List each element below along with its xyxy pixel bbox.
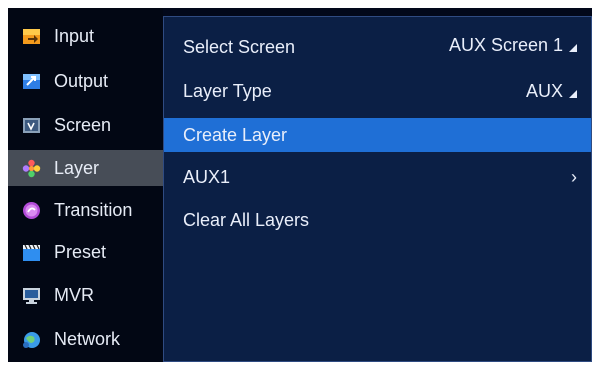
network-icon (22, 330, 41, 349)
create-layer-label: Create Layer (183, 124, 288, 145)
sidebar-item-layer[interactable]: Layer (8, 150, 163, 186)
sidebar-item-transition[interactable]: Transition (8, 192, 163, 228)
dropdown-triangle-icon (569, 43, 577, 52)
aux1-layer-row[interactable]: AUX1 › (164, 159, 591, 195)
sidebar-item-label: Network (54, 328, 121, 349)
screen-icon (22, 116, 41, 135)
input-icon (22, 27, 41, 46)
preset-icon (22, 243, 41, 262)
sidebar-item-label: Output (54, 70, 109, 91)
sidebar-item-label: Transition (54, 199, 133, 220)
layer-type-value: AUX (525, 81, 563, 101)
transition-icon (22, 201, 41, 220)
output-icon (22, 72, 41, 91)
dropdown-triangle-icon (569, 89, 577, 98)
layer-type-dropdown[interactable]: AUX (526, 81, 577, 102)
select-screen-dropdown[interactable]: AUX Screen 1 (449, 35, 577, 56)
layer-settings-panel: Select Screen AUX Screen 1 Layer Type AU… (163, 16, 592, 362)
sidebar-item-mvr[interactable]: MVR (8, 277, 163, 313)
sidebar-item-label: Preset (54, 241, 107, 262)
clear-all-layers-label: Clear All Layers (183, 209, 310, 230)
sidebar-item-output[interactable]: Output (8, 63, 163, 99)
menu-window: Input Output Screen Layer Transition Pre… (8, 8, 592, 362)
layer-type-label: Layer Type (183, 80, 272, 101)
select-screen-label: Select Screen (183, 36, 296, 57)
sidebar-item-label: MVR (54, 284, 94, 305)
sidebar-item-label: Layer (54, 157, 100, 178)
sidebar-item-label: Input (54, 25, 95, 46)
create-layer-button[interactable]: Create Layer (164, 118, 591, 152)
layer-type-row[interactable]: Layer Type AUX (164, 73, 591, 109)
clear-all-layers-button[interactable]: Clear All Layers (164, 202, 591, 238)
layer-icon (22, 159, 41, 178)
chevron-right-icon: › (571, 166, 577, 187)
sidebar: Input Output Screen Layer Transition Pre… (8, 8, 163, 362)
select-screen-row[interactable]: Select Screen AUX Screen 1 (164, 29, 591, 65)
sidebar-item-preset[interactable]: Preset (8, 234, 163, 270)
sidebar-item-network[interactable]: Network (8, 321, 163, 357)
sidebar-item-input[interactable]: Input (8, 18, 163, 54)
sidebar-item-screen[interactable]: Screen (8, 107, 163, 143)
aux1-layer-label: AUX1 (183, 166, 231, 187)
sidebar-item-label: Screen (54, 114, 112, 135)
select-screen-value: AUX Screen 1 (448, 35, 563, 55)
mvr-icon (22, 286, 41, 305)
